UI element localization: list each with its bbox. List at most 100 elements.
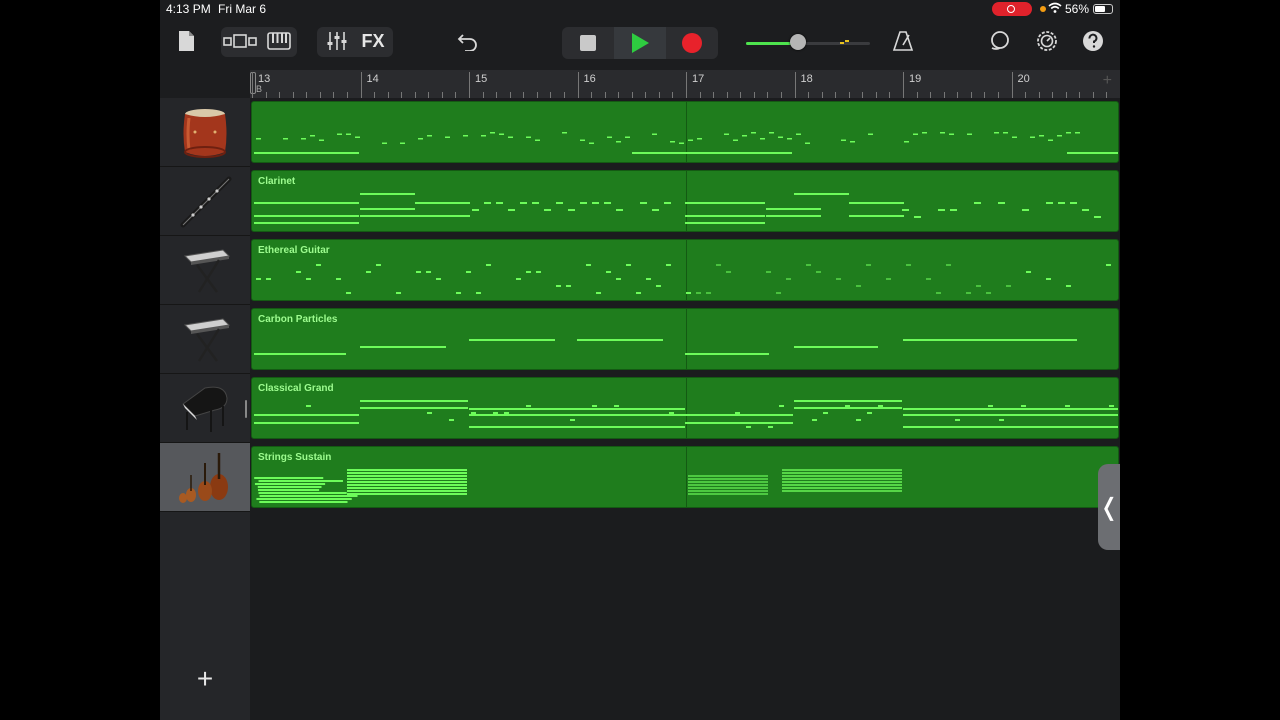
region-carbon-particles[interactable]: Carbon Particles xyxy=(251,308,1119,370)
midi-note xyxy=(706,292,711,294)
keyboard-button[interactable] xyxy=(262,26,296,56)
screen-recording-indicator[interactable] xyxy=(992,2,1032,16)
midi-note xyxy=(254,422,359,424)
region-notes xyxy=(254,339,1077,355)
midi-note xyxy=(416,271,421,273)
record-button[interactable] xyxy=(666,27,718,59)
play-button[interactable] xyxy=(614,27,666,59)
region-classical-grand[interactable]: Classical Grand xyxy=(251,377,1119,439)
bar-number: 14 xyxy=(366,73,379,85)
midi-note xyxy=(254,353,346,355)
track-header-drums[interactable] xyxy=(160,98,250,167)
midi-note xyxy=(688,487,768,489)
midi-note xyxy=(463,135,468,137)
region-notes xyxy=(256,264,1111,294)
tracks-area[interactable]: Clarinet Ethereal Guitar Carbon Particle… xyxy=(250,98,1120,720)
midi-note xyxy=(786,278,791,280)
track-header-carbon-particles[interactable] xyxy=(160,305,250,374)
midi-note xyxy=(782,490,902,492)
midi-note xyxy=(955,419,960,421)
play-icon xyxy=(631,33,649,53)
midi-note xyxy=(636,292,641,294)
midi-note xyxy=(782,487,902,489)
midi-note xyxy=(940,132,945,134)
midi-note xyxy=(1066,285,1071,287)
midi-note xyxy=(626,264,631,266)
midi-note xyxy=(400,142,405,144)
region-ethereal-guitar[interactable]: Ethereal Guitar xyxy=(251,239,1119,301)
midi-note xyxy=(360,400,468,402)
midi-note xyxy=(382,142,387,144)
midi-note xyxy=(903,414,1118,416)
my-songs-button[interactable] xyxy=(174,26,198,56)
midi-note xyxy=(310,135,315,137)
midi-note xyxy=(508,136,513,138)
status-bar: 4:13 PM Fri Mar 6 56% xyxy=(160,0,1120,18)
midi-note xyxy=(746,426,751,428)
midi-note xyxy=(926,278,931,280)
metronome-icon xyxy=(892,31,914,51)
midi-note xyxy=(976,285,981,287)
metronome-button[interactable] xyxy=(890,26,916,56)
midi-note xyxy=(256,278,261,280)
midi-note xyxy=(592,202,599,204)
drawer-handle[interactable]: ❬ xyxy=(1098,464,1120,550)
midi-note xyxy=(782,472,902,474)
track-header-clarinet[interactable] xyxy=(160,167,250,236)
midi-note xyxy=(1039,135,1044,137)
undo-button[interactable] xyxy=(454,26,482,56)
help-button[interactable] xyxy=(1080,26,1106,56)
midi-note xyxy=(1012,136,1017,138)
midi-note xyxy=(258,492,347,494)
midi-note xyxy=(360,193,415,195)
tracks-view-button[interactable] xyxy=(222,26,258,56)
mic-in-use-icon xyxy=(1040,6,1046,12)
midi-note xyxy=(640,202,647,204)
midi-note xyxy=(360,208,415,210)
region-strings-sustain[interactable]: Strings Sustain xyxy=(251,446,1119,508)
track-header-classical-grand[interactable] xyxy=(160,374,250,443)
midi-note xyxy=(768,426,773,428)
midi-note xyxy=(592,405,597,407)
loop-browser-button[interactable] xyxy=(986,26,1014,56)
track-headers: + xyxy=(160,98,251,720)
region-clarinet[interactable]: Clarinet xyxy=(251,170,1119,232)
region-notes xyxy=(254,193,1101,224)
midi-note xyxy=(426,271,431,273)
midi-note xyxy=(469,408,685,410)
midi-note xyxy=(347,472,467,474)
midi-note xyxy=(347,475,467,477)
header-resize-handle[interactable] xyxy=(245,400,247,418)
region-drums[interactable] xyxy=(251,101,1119,163)
midi-note xyxy=(355,136,360,138)
midi-note xyxy=(782,478,902,480)
midi-note xyxy=(904,141,909,143)
timeline-ruler[interactable]: B + 13 14 15 16 17 18 19 20 xyxy=(250,70,1120,99)
master-volume-knob[interactable] xyxy=(790,34,807,50)
track-header-strings-sustain[interactable] xyxy=(160,443,250,512)
midi-note xyxy=(347,478,467,480)
track-header-ethereal-guitar[interactable] xyxy=(160,236,250,305)
midi-note xyxy=(347,469,467,471)
midi-note xyxy=(580,202,587,204)
midi-note xyxy=(526,136,531,138)
mixer-button[interactable] xyxy=(320,26,354,56)
add-track-button[interactable]: + xyxy=(193,665,217,693)
midi-note xyxy=(686,292,691,294)
midi-note xyxy=(656,285,661,287)
settings-button[interactable] xyxy=(1033,26,1061,56)
status-date: Fri Mar 6 xyxy=(218,2,266,16)
fx-button[interactable]: FX xyxy=(356,26,390,56)
midi-note xyxy=(347,487,467,489)
stop-button[interactable] xyxy=(562,27,614,59)
midi-note xyxy=(616,141,621,143)
midi-note xyxy=(913,133,918,135)
midi-note xyxy=(688,475,768,477)
midi-note xyxy=(903,426,1118,428)
ruler-tick xyxy=(252,72,253,98)
add-section-icon[interactable]: + xyxy=(1103,72,1112,90)
midi-note xyxy=(516,278,521,280)
midi-note xyxy=(949,133,954,135)
master-volume-slider[interactable] xyxy=(746,42,870,45)
keyboard-icon xyxy=(267,32,291,50)
